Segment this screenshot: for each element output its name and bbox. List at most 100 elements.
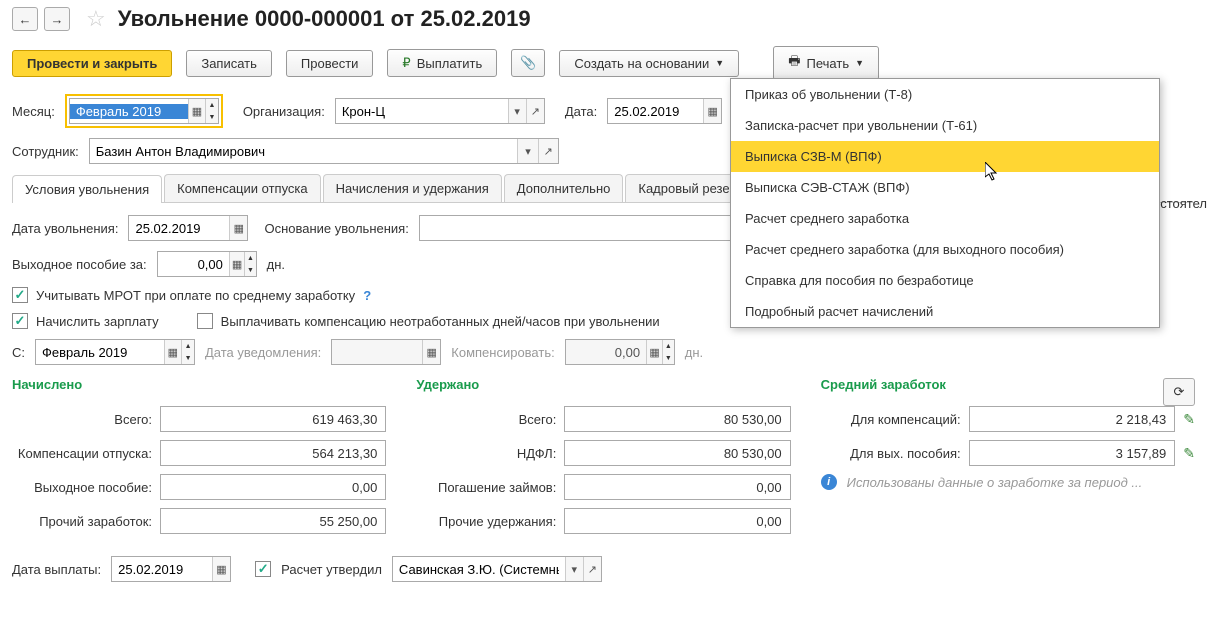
info-icon[interactable]: i xyxy=(821,474,837,490)
pay-date-label: Дата выплаты: xyxy=(12,562,101,577)
calendar-icon[interactable]: ▦ xyxy=(229,216,247,240)
tab-accruals[interactable]: Начисления и удержания xyxy=(323,174,502,202)
print-button[interactable]: 🖶 Печать ▼ xyxy=(773,46,879,80)
favorite-star-icon[interactable]: ☆ xyxy=(86,6,106,32)
other-withhold-value: 0,00 xyxy=(564,508,790,534)
tab-additional[interactable]: Дополнительно xyxy=(504,174,624,202)
withheld-total-label: Всего: xyxy=(416,412,556,427)
loan-repay-value: 0,00 xyxy=(564,474,790,500)
nav-forward-button[interactable]: → xyxy=(44,7,70,31)
withheld-header: Удержано xyxy=(416,377,790,392)
spin-down[interactable]: ▼ xyxy=(245,264,255,276)
other-income-value: 55 250,00 xyxy=(160,508,386,534)
dropdown-icon[interactable]: ▾ xyxy=(565,557,583,581)
help-icon[interactable]: ? xyxy=(363,288,371,303)
for-sev-value: 3 157,89 xyxy=(969,440,1176,466)
open-icon[interactable]: ↗ xyxy=(583,557,601,581)
org-input[interactable] xyxy=(336,104,508,119)
pay-button[interactable]: ₽ Выплатить xyxy=(387,49,497,77)
ndfl-value: 80 530,00 xyxy=(564,440,790,466)
tab-conditions[interactable]: Условия увольнения xyxy=(12,175,162,203)
approved-input[interactable] xyxy=(393,562,565,577)
pencil-icon[interactable]: ✎ xyxy=(1183,445,1195,462)
menu-item-avg-calc-severance[interactable]: Расчет среднего заработка (для выходного… xyxy=(731,234,1159,265)
avg-header: Средний заработок xyxy=(821,377,946,392)
calendar-icon[interactable]: ▦ xyxy=(212,557,230,581)
post-and-close-button[interactable]: Провести и закрыть xyxy=(12,50,172,77)
dismissal-date-label: Дата увольнения: xyxy=(12,221,118,236)
chevron-down-icon: ▼ xyxy=(855,58,864,68)
tab-vacation-comp[interactable]: Компенсации отпуска xyxy=(164,174,321,202)
page-title: Увольнение 0000-000001 от 25.02.2019 xyxy=(118,6,531,32)
accrue-salary-checkbox[interactable]: ✓ xyxy=(12,313,28,329)
dropdown-icon[interactable]: ▾ xyxy=(508,99,526,123)
nav-back-button[interactable]: ← xyxy=(12,7,38,31)
date-input[interactable] xyxy=(608,104,703,119)
money-icon: ₽ xyxy=(402,55,410,71)
spin-up[interactable]: ▲ xyxy=(245,252,255,264)
dismissal-date-input[interactable] xyxy=(129,221,229,236)
basis-label: Основание увольнения: xyxy=(264,221,408,236)
menu-item-szvm[interactable]: Выписка СЗВ-М (ВПФ) xyxy=(731,141,1159,172)
total-label: Всего: xyxy=(12,412,152,427)
open-icon[interactable]: ↗ xyxy=(526,99,544,123)
calc-icon[interactable]: ▦ xyxy=(229,252,244,276)
create-based-button[interactable]: Создать на основании ▼ xyxy=(559,50,739,77)
severance-value: 0,00 xyxy=(160,474,386,500)
pencil-icon[interactable]: ✎ xyxy=(1183,411,1195,428)
open-icon[interactable]: ↗ xyxy=(538,139,558,163)
dropdown-icon[interactable]: ▾ xyxy=(517,139,537,163)
org-label: Организация: xyxy=(243,104,325,119)
approved-checkbox[interactable]: ✓ xyxy=(255,561,271,577)
spin-down[interactable]: ▼ xyxy=(206,111,218,123)
approved-label: Расчет утвердил xyxy=(281,562,382,577)
spin-down[interactable]: ▼ xyxy=(182,352,194,364)
severance-total-label: Выходное пособие: xyxy=(12,480,152,495)
menu-item-t8[interactable]: Приказ об увольнении (Т-8) xyxy=(731,79,1159,110)
other-income-label: Прочий заработок: xyxy=(12,514,152,529)
employee-label: Сотрудник: xyxy=(12,144,79,159)
calendar-icon: ▦ xyxy=(422,340,440,364)
accrued-total: 619 463,30 xyxy=(160,406,386,432)
notif-date-input xyxy=(332,345,422,360)
spin-up[interactable]: ▲ xyxy=(206,99,218,111)
accrue-salary-label: Начислить зарплату xyxy=(36,314,159,329)
calendar-icon[interactable]: ▦ xyxy=(703,99,721,123)
calendar-icon[interactable]: ▦ xyxy=(164,340,182,364)
spin-up[interactable]: ▲ xyxy=(182,340,194,352)
print-dropdown-menu: Приказ об увольнении (Т-8) Записка-расче… xyxy=(730,78,1160,328)
save-button[interactable]: Записать xyxy=(186,50,272,77)
calc-icon: ▦ xyxy=(646,340,662,364)
mrot-checkbox[interactable]: ✓ xyxy=(12,287,28,303)
printer-icon: 🖶 xyxy=(788,52,800,74)
refresh-button[interactable]: ⟳ xyxy=(1163,378,1195,406)
accrued-header: Начислено xyxy=(12,377,386,392)
calendar-icon[interactable]: ▦ xyxy=(188,99,205,123)
withheld-total: 80 530,00 xyxy=(564,406,790,432)
menu-item-unemployment[interactable]: Справка для пособия по безработице xyxy=(731,265,1159,296)
mrot-label: Учитывать МРОТ при оплате по среднему за… xyxy=(36,288,355,303)
for-comp-value: 2 218,43 xyxy=(969,406,1176,432)
menu-item-t61[interactable]: Записка-расчет при увольнении (Т-61) xyxy=(731,110,1159,141)
post-button[interactable]: Провести xyxy=(286,50,374,77)
attach-button[interactable]: 📎 xyxy=(511,49,545,77)
severance-input[interactable] xyxy=(158,257,229,272)
compensate-label: Компенсировать: xyxy=(451,345,554,360)
compensate-input xyxy=(566,345,646,360)
days-label: дн. xyxy=(267,257,285,272)
pay-date-input[interactable] xyxy=(112,562,212,577)
other-withhold-label: Прочие удержания: xyxy=(416,514,556,529)
basis-input[interactable] xyxy=(420,221,738,236)
vacation-comp-value: 564 213,30 xyxy=(160,440,386,466)
menu-item-detailed-calc[interactable]: Подробный расчет начислений xyxy=(731,296,1159,327)
loan-repay-label: Погашение займов: xyxy=(416,480,556,495)
month-label: Месяц: xyxy=(12,104,55,119)
info-text[interactable]: Использованы данные о заработке за перио… xyxy=(847,475,1143,490)
for-comp-label: Для компенсаций: xyxy=(821,412,961,427)
pay-comp-checkbox[interactable] xyxy=(197,313,213,329)
menu-item-avg-calc[interactable]: Расчет среднего заработка xyxy=(731,203,1159,234)
from-input[interactable] xyxy=(36,345,164,360)
month-input[interactable] xyxy=(70,104,188,119)
employee-input[interactable] xyxy=(90,144,518,159)
menu-item-szv-stazh[interactable]: Выписка СЭВ-СТАЖ (ВПФ) xyxy=(731,172,1159,203)
